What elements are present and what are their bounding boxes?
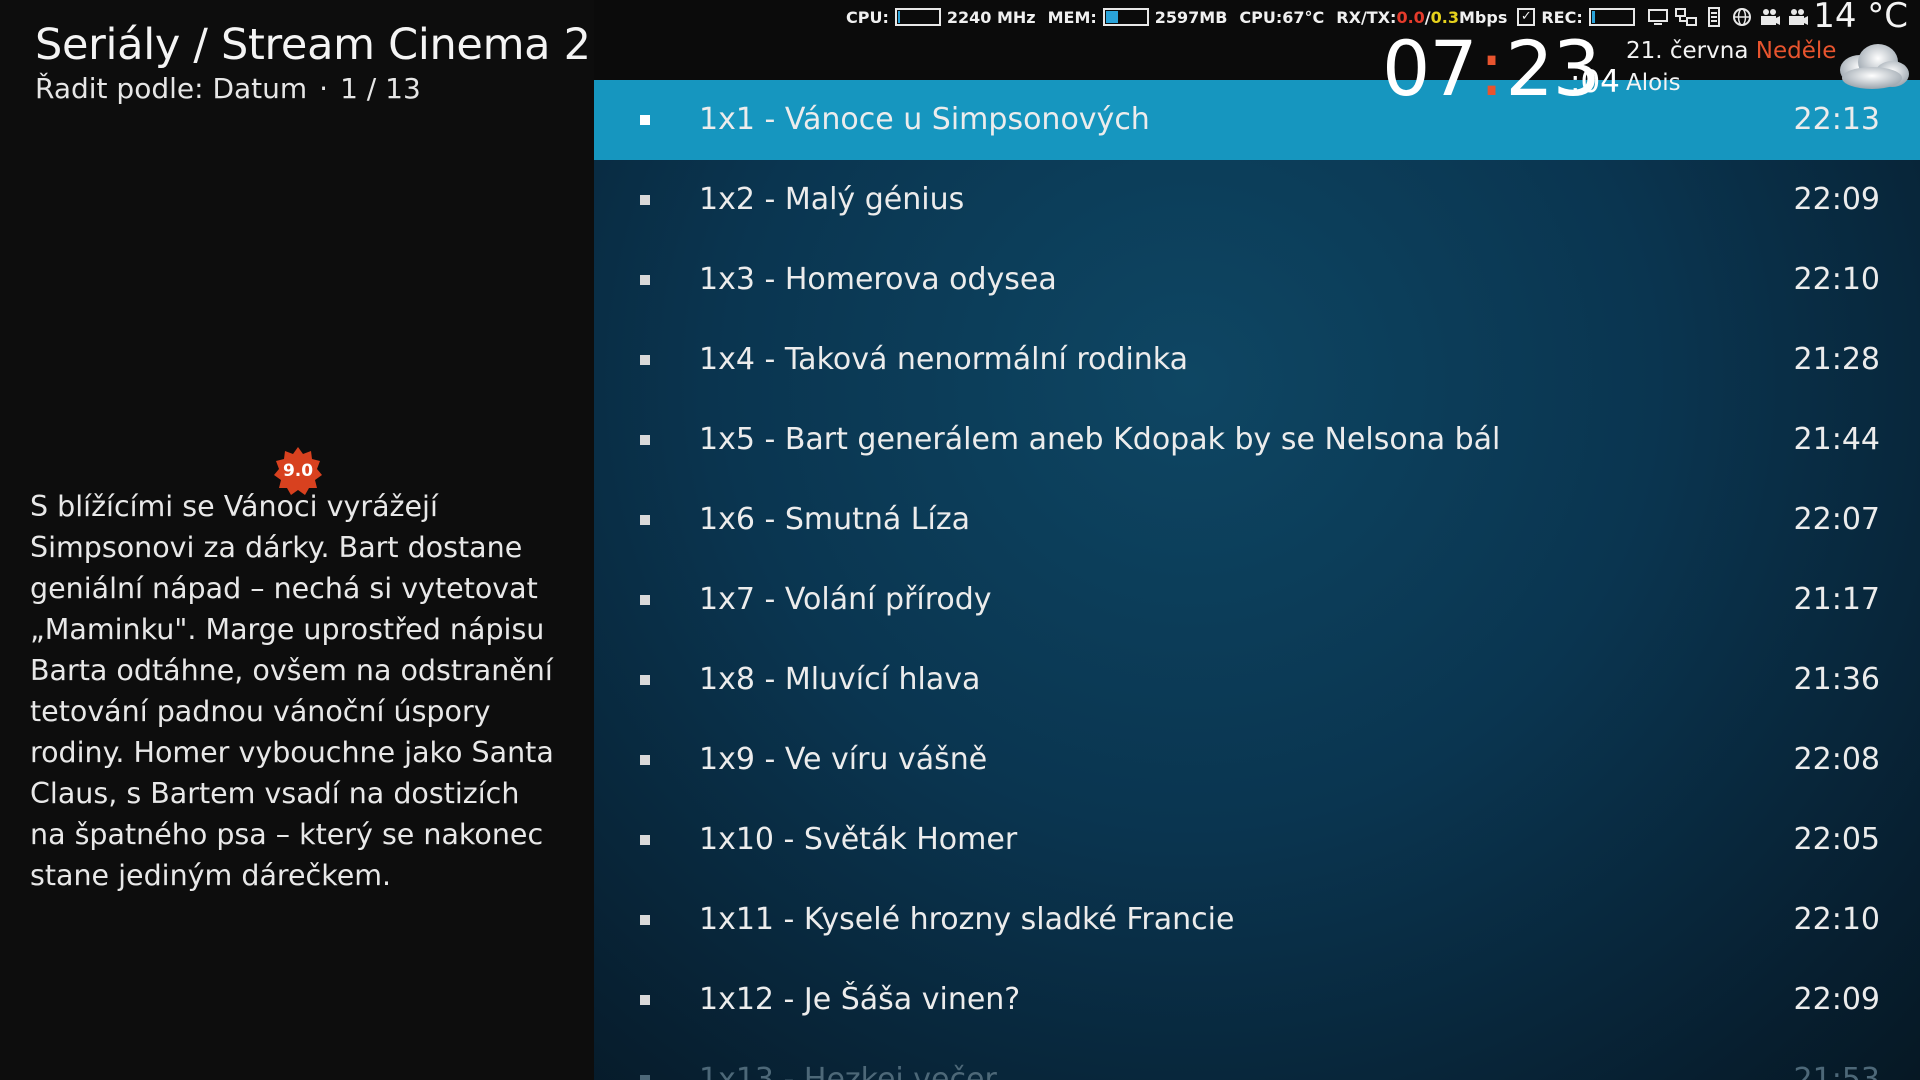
- episode-title: 1x9 - Ve víru vášně: [699, 742, 988, 777]
- episode-duration: 21:36: [1793, 662, 1880, 697]
- list-item[interactable]: 1x12 - Je Šáša vinen? 22:09: [594, 960, 1920, 1040]
- episode-duration: 21:53: [1793, 1062, 1880, 1080]
- date: 21. června Neděle: [1626, 38, 1836, 64]
- date-text: 21. června: [1626, 38, 1749, 64]
- list-item[interactable]: 1x6 - Smutná Líza 22:07: [594, 480, 1920, 560]
- list-item[interactable]: 1x8 - Mluvící hlava 21:36: [594, 640, 1920, 720]
- bullet-icon: [640, 755, 650, 765]
- mem-label: MEM:: [1047, 7, 1097, 27]
- cloud-icon: [1830, 36, 1912, 96]
- episode-duration: 22:10: [1793, 262, 1880, 297]
- episode-title: 1x4 - Taková nenormální rodinka: [699, 342, 1189, 377]
- breadcrumb: Seriály / Stream Cinema 2: [35, 20, 591, 70]
- mem-value: 2597MB: [1154, 7, 1228, 27]
- episode-title: 1x5 - Bart generálem aneb Kdopak by se N…: [699, 422, 1501, 457]
- list-item[interactable]: 1x1 - Vánoce u Simpsonových 22:13: [594, 80, 1920, 160]
- episode-title: 1x8 - Mluvící hlava: [699, 662, 981, 697]
- storage-icon: [1703, 7, 1725, 27]
- episode-duration: 21:17: [1793, 582, 1880, 617]
- cpu-meter-fill: [897, 11, 900, 23]
- episode-duration: 22:10: [1793, 902, 1880, 937]
- item-position: 1 / 13: [340, 72, 421, 105]
- episode-title: 1x13 - Hezkej večer: [699, 1062, 997, 1080]
- globe-icon: [1731, 7, 1753, 27]
- bullet-icon: [640, 435, 650, 445]
- camera-icon: [1787, 7, 1809, 27]
- clock-seconds: :04: [1570, 64, 1620, 100]
- bullet-icon: [640, 675, 650, 685]
- list-item[interactable]: 1x9 - Ve víru vášně 22:08: [594, 720, 1920, 800]
- bullet-icon: [640, 915, 650, 925]
- bullet-icon: [640, 275, 650, 285]
- separator: ·: [319, 72, 329, 105]
- info-panel: Seriály / Stream Cinema 2 Řadit podle: D…: [0, 0, 594, 1080]
- list-item[interactable]: 1x11 - Kyselé hrozny sladké Francie 22:1…: [594, 880, 1920, 960]
- episode-title: 1x3 - Homerova odysea: [699, 262, 1057, 297]
- bullet-icon: [640, 995, 650, 1005]
- sort-label: Řadit podle: Datum: [35, 72, 308, 105]
- cpu-label: CPU:: [846, 7, 889, 27]
- episode-duration: 21:44: [1793, 422, 1880, 457]
- bullet-icon: [640, 835, 650, 845]
- bullet-icon: [640, 195, 650, 205]
- episode-title: 1x12 - Je Šáša vinen?: [699, 982, 1021, 1017]
- network-icon: [1674, 7, 1697, 27]
- camera-icon: [1759, 7, 1781, 27]
- episode-duration: 22:07: [1793, 502, 1880, 537]
- episode-duration: 22:09: [1793, 982, 1880, 1017]
- episode-title: 1x10 - Světák Homer: [699, 822, 1018, 857]
- rec-meter-fill: [1591, 11, 1595, 23]
- plot-text: S blížícími se Vánoci vyrážejí Simpsonov…: [30, 490, 554, 892]
- episode-title: 1x7 - Volání přírody: [699, 582, 992, 617]
- episode-title: 1x1 - Vánoce u Simpsonových: [699, 102, 1150, 137]
- list-item[interactable]: 1x7 - Volání přírody 21:17: [594, 560, 1920, 640]
- list-item[interactable]: 1x4 - Taková nenormální rodinka 21:28: [594, 320, 1920, 400]
- list-item[interactable]: 1x2 - Malý génius 22:09: [594, 160, 1920, 240]
- monitor-icon: [1647, 7, 1669, 27]
- list-item[interactable]: 1x10 - Světák Homer 22:05: [594, 800, 1920, 880]
- episode-duration: 21:28: [1793, 342, 1880, 377]
- cpu-meter: [894, 8, 941, 26]
- bullet-icon: [640, 1075, 650, 1080]
- clock: 07:23: [1382, 24, 1601, 113]
- episode-list[interactable]: 1x1 - Vánoce u Simpsonových 22:13 1x2 - …: [594, 80, 1920, 1080]
- mem-meter-fill: [1105, 11, 1118, 23]
- episode-title: 1x11 - Kyselé hrozny sladké Francie: [699, 902, 1235, 937]
- clock-hours: 07: [1382, 24, 1478, 113]
- bullet-icon: [640, 515, 650, 525]
- episode-title: 1x2 - Malý génius: [699, 182, 965, 217]
- weekday: Neděle: [1755, 38, 1837, 64]
- episode-duration: 22:09: [1793, 182, 1880, 217]
- user-name: Alois: [1626, 70, 1681, 96]
- episode-duration: 22:08: [1793, 742, 1880, 777]
- mem-meter: [1102, 8, 1149, 26]
- list-item[interactable]: 1x13 - Hezkej večer 21:53: [594, 1040, 1920, 1080]
- bullet-icon: [640, 595, 650, 605]
- system-status-bar: CPU: 2240 MHz MEM: 2597MB CPU:67°C RX/TX…: [846, 4, 1809, 30]
- outside-temperature: 14 °C: [1813, 0, 1908, 36]
- bullet-icon: [640, 355, 650, 365]
- episode-title: 1x6 - Smutná Líza: [699, 502, 970, 537]
- list-item[interactable]: 1x3 - Homerova odysea 22:10: [594, 240, 1920, 320]
- episode-duration: 22:05: [1793, 822, 1880, 857]
- bullet-icon: [640, 115, 650, 125]
- clock-colon: :: [1478, 24, 1505, 113]
- cpu-frequency: 2240 MHz: [946, 7, 1036, 27]
- list-item[interactable]: 1x5 - Bart generálem aneb Kdopak by se N…: [594, 400, 1920, 480]
- cpu-temperature: CPU:67°C: [1239, 7, 1325, 27]
- sort-info[interactable]: Řadit podle: Datum · 1 / 13: [35, 72, 421, 105]
